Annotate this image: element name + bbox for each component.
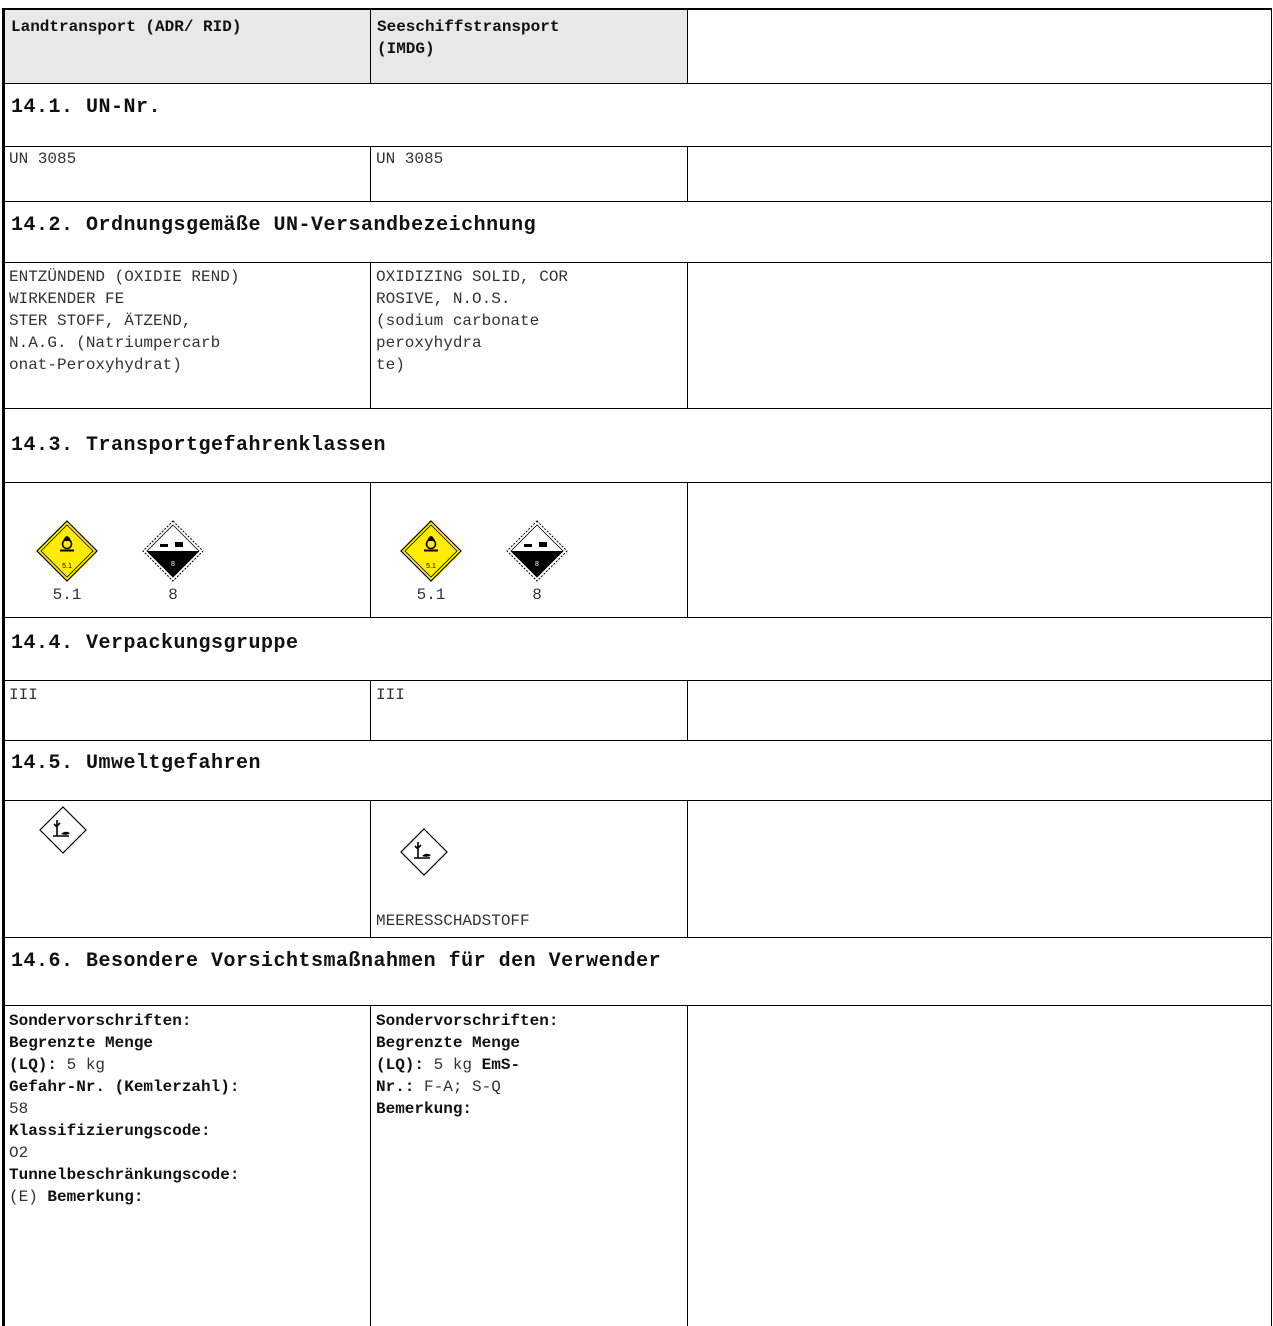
oxidizer-5-1-icon: 5.1: [36, 520, 98, 582]
remark-label: Bemerkung:: [376, 1100, 473, 1118]
limited-qty-value: 5 kg: [433, 1056, 473, 1074]
remark-label: Bemerkung:: [47, 1188, 144, 1206]
section-title-hazard-classes: 14.3. Transportgefahrenklassen: [11, 434, 387, 457]
hazard-pictograms-land: 5.1 5.1 8 8: [36, 520, 204, 604]
column-header-land: Landtransport (ADR/ RID): [11, 18, 242, 36]
tunnel-line: (E) Bemerkung:: [9, 1186, 361, 1208]
hazard-class-sea-5-1: 5.1 5.1: [400, 520, 462, 604]
shipping-name-sea: OXIDIZING SOLID, COR ROSIVE, N.O.S. (sod…: [376, 268, 569, 374]
classification-label: Klassifizierungscode:: [9, 1122, 211, 1140]
limited-qty-line-2: (LQ): 5 kg EmS-: [376, 1056, 521, 1074]
packing-group-land: III: [9, 686, 38, 704]
precautions-sea: Sondervorschriften: Begrenzte Menge (LQ)…: [371, 1008, 687, 1122]
hazard-no-value: 58: [9, 1100, 29, 1118]
hazard-class-code: 5.1: [416, 586, 446, 604]
hazard-pictograms-sea: 5.1 5.1 8 8: [400, 520, 568, 604]
hazard-class-code: 5.1: [52, 586, 82, 604]
precautions-land: Sondervorschriften: Begrenzte Menge (LQ)…: [4, 1008, 366, 1210]
svg-text:8: 8: [171, 561, 175, 568]
environment-hazard-icon: [400, 828, 448, 876]
ems-value: F-A; S-Q: [424, 1078, 501, 1096]
hazard-no-label: Gefahr-Nr. (Kemlerzahl):: [9, 1078, 240, 1096]
svg-text:5.1: 5.1: [426, 563, 436, 570]
special-provisions-label: Sondervorschriften:: [376, 1012, 559, 1030]
section-title-precautions: 14.6. Besondere Vorsichtsmaßnahmen für d…: [11, 950, 662, 973]
section-title-shipping-name: 14.2. Ordnungsgemäße UN-Versandbezeichnu…: [11, 214, 537, 237]
column-header-sea: Seeschiffstransport (IMDG): [377, 18, 560, 58]
hazard-class-land-5-1: 5.1 5.1: [36, 520, 98, 604]
corrosive-8-icon: 8: [142, 520, 204, 582]
marine-pollutant-label: MEERESSCHADSTOFF: [376, 912, 530, 930]
ems-line: Nr.: F-A; S-Q: [376, 1078, 501, 1096]
limited-qty-line-1: Begrenzte Menge: [9, 1034, 154, 1052]
limited-qty-line-1: Begrenzte Menge: [376, 1034, 521, 1052]
section-title-un-nr: 14.1. UN-Nr.: [11, 96, 162, 119]
ems-label: EmS-: [481, 1056, 521, 1074]
section-title-packing-group: 14.4. Verpackungsgruppe: [11, 632, 299, 655]
hazard-class-code: 8: [168, 586, 178, 604]
packing-group-sea: III: [376, 686, 405, 704]
un-nr-sea: UN 3085: [376, 150, 444, 168]
svg-text:8: 8: [535, 561, 539, 568]
tunnel-value: (E): [9, 1188, 38, 1206]
section-title-environment: 14.5. Umweltgefahren: [11, 752, 262, 775]
oxidizer-5-1-icon: 5.1: [400, 520, 462, 582]
limited-qty-value: 5 kg: [66, 1056, 106, 1074]
shipping-name-land: ENTZÜNDEND (OXIDIE REND) WIRKENDER FE ST…: [9, 268, 240, 374]
un-nr-land: UN 3085: [9, 150, 77, 168]
hazard-class-land-8: 8 8: [142, 520, 204, 604]
svg-text:5.1: 5.1: [62, 563, 72, 570]
classification-value: O2: [9, 1144, 29, 1162]
corrosive-8-icon: 8: [506, 520, 568, 582]
tunnel-label: Tunnelbeschränkungscode:: [9, 1166, 240, 1184]
special-provisions-label: Sondervorschriften:: [9, 1012, 192, 1030]
hazard-class-sea-8: 8 8: [506, 520, 568, 604]
environment-hazard-icon: [39, 806, 87, 854]
hazard-class-code: 8: [532, 586, 542, 604]
limited-qty-line-2: (LQ): 5 kg: [9, 1056, 106, 1074]
